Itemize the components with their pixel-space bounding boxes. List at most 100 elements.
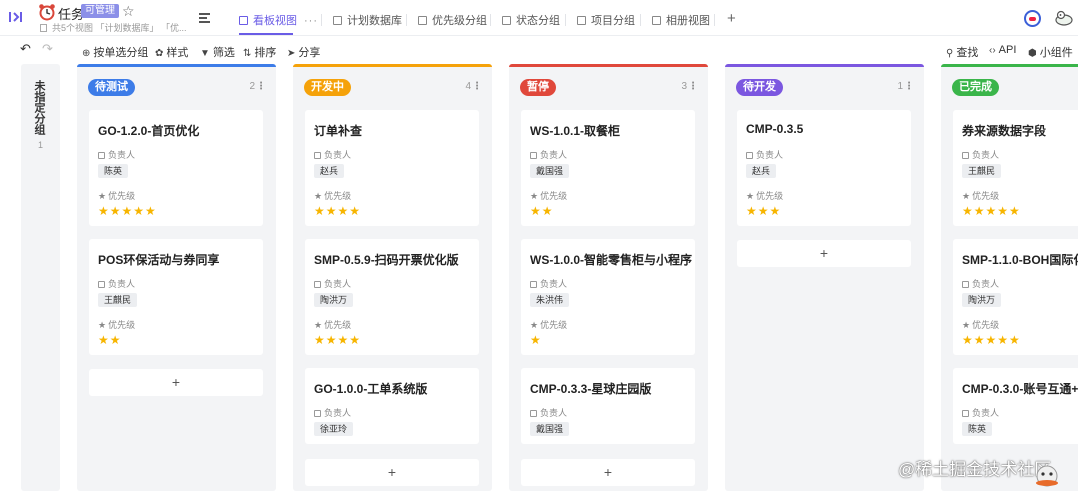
add-card-button[interactable]: + <box>521 459 695 486</box>
toolbar-label: 排序 <box>254 47 277 59</box>
owner-field-label: 负责人 <box>98 148 135 161</box>
tab-kanban-view[interactable]: 看板视图 ··· <box>239 12 318 28</box>
status-pill[interactable]: 待测试 <box>88 79 135 96</box>
watermark-logo-icon <box>1036 465 1058 487</box>
tab-label: 计划数据库 <box>347 15 402 27</box>
style-button[interactable]: ✿ 样式 <box>155 44 188 60</box>
tab-project-group[interactable]: 项目分组 <box>577 12 635 28</box>
column-header: 暂停 3 ⋮ <box>509 67 708 107</box>
user-avatar[interactable] <box>1024 10 1041 27</box>
card-title: WS-1.0.1-取餐柜 <box>530 124 621 138</box>
task-card[interactable]: SMP-0.5.9-扫码开票优化版 负责人 陶洪万 ★ 优先级 ★★★★ <box>305 239 479 355</box>
status-pill[interactable]: 待开发 <box>736 79 783 96</box>
field-label-text: 优先级 <box>108 320 136 330</box>
card-title: 券来源数据字段 <box>962 124 1047 138</box>
field-label-text: 优先级 <box>972 320 1000 330</box>
card-title: SMP-1.1.0-BOH国际化 <box>962 253 1078 267</box>
team-avatar-icon[interactable] <box>1054 9 1074 27</box>
priority-stars: ★★★ <box>746 204 782 218</box>
task-card[interactable]: GO-1.2.0-首页优化 负责人 陈英 ★ 优先级 ★★★★★ <box>89 110 263 226</box>
tab-label: 优先级分组 <box>432 15 487 27</box>
status-pill[interactable]: 暂停 <box>520 79 556 96</box>
column-more-icon[interactable]: ⋮ <box>904 81 914 92</box>
priority-field-label: ★ 优先级 <box>314 189 351 202</box>
grid-icon <box>418 16 427 25</box>
column-count: 3 <box>681 81 687 92</box>
tab-priority-group[interactable]: 优先级分组 <box>418 12 487 28</box>
field-label-text: 优先级 <box>540 320 568 330</box>
field-label-text: 负责人 <box>972 408 1000 418</box>
owner-field-label: 负责人 <box>314 406 351 419</box>
task-card[interactable]: WS-1.0.1-取餐柜 负责人 戴国强 ★ 优先级 ★★ <box>521 110 695 226</box>
grid-icon <box>333 16 342 25</box>
sidebar-toggle-icon[interactable] <box>8 9 24 25</box>
field-label-text: 负责人 <box>972 150 1000 160</box>
redo-button[interactable]: ↷ <box>42 41 53 57</box>
add-view-button[interactable]: + <box>727 10 736 27</box>
tab-status-group[interactable]: 状态分组 <box>502 12 560 28</box>
task-card[interactable]: CMP-0.3.3-星球庄园版负责人戴国强★优先级 <box>521 368 695 444</box>
divider <box>321 14 322 26</box>
task-card[interactable]: SMP-1.1.0-BOH国际化 负责人 陶洪万 ★ 优先级 ★★★★★ <box>953 239 1078 355</box>
widget-button[interactable]: ⬢ 小组件 <box>1028 44 1073 60</box>
card-title: POS环保活动与券同享 <box>98 253 220 267</box>
tab-label: 项目分组 <box>591 15 635 27</box>
filter-button[interactable]: ▼ 筛选 <box>200 44 235 60</box>
group-by-button[interactable]: ⊕ 按单选分组 <box>82 44 148 60</box>
field-label-text: 负责人 <box>540 408 568 418</box>
uncategorized-column[interactable]: 未指定分组 1 <box>21 64 60 491</box>
field-label-text: 优先级 <box>540 191 568 201</box>
task-card[interactable]: POS环保活动与券同享 负责人 王麒民 ★ 优先级 ★★ <box>89 239 263 355</box>
add-card-button[interactable]: + <box>737 240 911 267</box>
column-header: 开发中 4 ⋮ <box>293 67 492 107</box>
column-more-icon[interactable]: ⋮ <box>472 81 482 92</box>
toolbar-label: 查找 <box>956 47 979 59</box>
owner-tag: 赵兵 <box>314 164 345 178</box>
person-icon <box>98 152 105 159</box>
widget-icon: ⬢ <box>1028 48 1037 59</box>
owner-field-label: 负责人 <box>98 277 135 290</box>
permission-badge: 可管理 <box>81 4 119 18</box>
owner-tag: 朱洪伟 <box>530 293 570 307</box>
status-pill[interactable]: 已完成 <box>952 79 999 96</box>
undo-button[interactable]: ↶ <box>20 41 31 57</box>
tab-more-icon[interactable]: ··· <box>304 15 318 27</box>
column-more-icon[interactable]: ⋮ <box>256 81 266 92</box>
api-button[interactable]: ‹› API <box>989 44 1016 56</box>
owner-field-label: 负责人 <box>530 148 567 161</box>
owner-field-label: 负责人 <box>314 148 351 161</box>
menu-icon[interactable] <box>199 13 210 23</box>
search-button[interactable]: ⚲ 查找 <box>946 44 978 60</box>
gallery-icon <box>652 16 661 25</box>
task-card[interactable]: 订单补查 负责人 赵兵 ★ 优先级 ★★★★ <box>305 110 479 226</box>
priority-field-label: ★ 优先级 <box>962 318 999 331</box>
person-icon <box>530 281 537 288</box>
add-card-button[interactable]: + <box>89 369 263 396</box>
share-button[interactable]: ➤ 分享 <box>287 44 320 60</box>
task-card[interactable]: WS-1.0.0-智能零售柜与小程序 负责人 朱洪伟 ★ 优先级 ★ <box>521 239 695 355</box>
tab-plan-database[interactable]: 计划数据库 <box>333 12 402 28</box>
column-count: 4 <box>465 81 471 92</box>
card-title: WS-1.0.0-智能零售柜与小程序 <box>530 253 693 267</box>
task-card[interactable]: CMP-0.3.0-账号互通+则负责人陈英★优先级 <box>953 368 1078 444</box>
task-card[interactable]: CMP-0.3.5 负责人 赵兵 ★ 优先级 ★★★ <box>737 110 911 226</box>
sort-button[interactable]: ⇅ 排序 <box>243 44 276 60</box>
card-title: CMP-0.3.0-账号互通+则 <box>962 382 1078 396</box>
field-label-text: 优先级 <box>324 191 352 201</box>
column-more-icon[interactable]: ⋮ <box>688 81 698 92</box>
owner-tag: 陶洪万 <box>314 293 354 307</box>
uncategorized-label: 未指定分组 <box>33 80 45 135</box>
task-card[interactable]: 券来源数据字段 负责人 王麒民 ★ 优先级 ★★★★★ <box>953 110 1078 226</box>
tab-gallery-view[interactable]: 相册视图 <box>652 12 710 28</box>
favorite-star-icon[interactable]: ☆ <box>122 3 135 20</box>
add-card-button[interactable]: + <box>305 459 479 486</box>
field-label-text: 负责人 <box>756 150 784 160</box>
person-icon <box>530 152 537 159</box>
document-icon <box>40 24 47 32</box>
column-header: 已完成⋮ <box>941 67 1078 107</box>
task-card[interactable]: GO-1.0.0-工单系统版负责人徐亚玲★优先级 <box>305 368 479 444</box>
status-pill[interactable]: 开发中 <box>304 79 351 96</box>
field-label-text: 负责人 <box>540 279 568 289</box>
toolbar-label: 分享 <box>298 47 321 59</box>
uncategorized-count: 1 <box>38 140 44 150</box>
